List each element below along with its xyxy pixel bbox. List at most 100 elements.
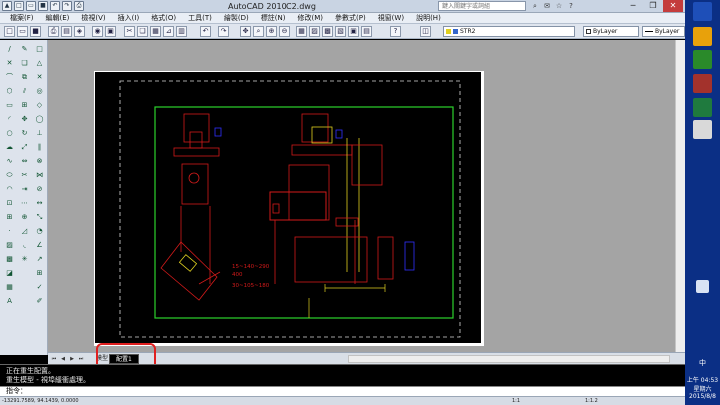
command-window[interactable]: 正在重生配置。 重生模型 - 視埠緩衝處理。 指令： bbox=[0, 364, 685, 396]
scale-icon[interactable]: ⤢ bbox=[19, 142, 30, 153]
dimension-linear-icon[interactable]: ↔ bbox=[34, 198, 45, 209]
help-icon[interactable]: ? bbox=[566, 1, 576, 11]
snap-node-icon[interactable]: ⊗ bbox=[34, 156, 45, 167]
point-icon[interactable]: · bbox=[4, 226, 15, 237]
match-properties-icon[interactable]: ⊿ bbox=[163, 26, 174, 37]
first-tab-icon[interactable]: ⏮ bbox=[50, 355, 58, 363]
new-icon[interactable]: □ bbox=[14, 1, 24, 11]
array-icon[interactable]: ⊞ bbox=[19, 100, 30, 111]
publish-icon[interactable]: ◈ bbox=[74, 26, 85, 37]
construction-line-icon[interactable]: ✕ bbox=[4, 58, 15, 69]
gradient-icon[interactable]: ▩ bbox=[4, 254, 15, 265]
cut-icon[interactable]: ✂ bbox=[124, 26, 135, 37]
save-icon[interactable]: ■ bbox=[30, 26, 41, 37]
mirror-icon[interactable]: ⧉ bbox=[19, 72, 30, 83]
plot-icon[interactable]: ▣ bbox=[105, 26, 116, 37]
tool-palettes-icon[interactable]: ▩ bbox=[322, 26, 333, 37]
join-icon[interactable]: ⊕ bbox=[19, 212, 30, 223]
insert-block-icon[interactable]: ⊡ bbox=[4, 198, 15, 209]
table-icon[interactable]: ▦ bbox=[4, 282, 15, 293]
paste-icon[interactable]: ▦ bbox=[150, 26, 161, 37]
next-tab-icon[interactable]: ▶ bbox=[68, 355, 76, 363]
maximize-icon[interactable]: ❐ bbox=[643, 0, 663, 12]
copy-icon[interactable]: ❏ bbox=[137, 26, 148, 37]
zoom-previous-icon[interactable]: ⊖ bbox=[279, 26, 290, 37]
menu-help[interactable]: 說明(H) bbox=[410, 13, 447, 23]
chamfer-icon[interactable]: ◿ bbox=[19, 226, 30, 237]
snap-intersection-icon[interactable]: ✕ bbox=[34, 72, 45, 83]
menu-dimension[interactable]: 標註(N) bbox=[255, 13, 292, 23]
snap-midpoint-icon[interactable]: △ bbox=[34, 58, 45, 69]
copy-object-icon[interactable]: ❏ bbox=[19, 58, 30, 69]
search-input[interactable] bbox=[438, 1, 526, 11]
spline-icon[interactable]: ∿ bbox=[4, 156, 15, 167]
rotate-icon[interactable]: ↻ bbox=[19, 128, 30, 139]
favorites-icon[interactable]: ☆ bbox=[554, 1, 564, 11]
communication-center-icon[interactable]: ✉ bbox=[542, 1, 552, 11]
menu-view[interactable]: 檢視(V) bbox=[75, 13, 111, 23]
menu-modify[interactable]: 修改(M) bbox=[291, 13, 329, 23]
print-icon[interactable]: ⎙ bbox=[74, 1, 84, 11]
stretch-icon[interactable]: ⇔ bbox=[19, 156, 30, 167]
snap-none-icon[interactable]: ⊘ bbox=[34, 184, 45, 195]
break-icon[interactable]: ⋯ bbox=[19, 198, 30, 209]
extend-icon[interactable]: ⇥ bbox=[19, 184, 30, 195]
snap-endpoint-icon[interactable]: □ bbox=[34, 44, 45, 55]
dimension-edit-icon[interactable]: ✐ bbox=[34, 296, 45, 307]
circle-icon[interactable]: ○ bbox=[4, 128, 15, 139]
preview-icon[interactable]: ▤ bbox=[61, 26, 72, 37]
snap-nearest-icon[interactable]: ⋈ bbox=[34, 170, 45, 181]
print-icon[interactable]: ⎙ bbox=[48, 26, 59, 37]
sheet-set-icon[interactable]: ▧ bbox=[335, 26, 346, 37]
line-icon[interactable]: / bbox=[4, 44, 15, 55]
move-icon[interactable]: ✥ bbox=[19, 114, 30, 125]
search-icon[interactable]: ⌕ bbox=[530, 1, 540, 11]
menu-format[interactable]: 格式(O) bbox=[145, 13, 182, 23]
autocad-taskbar-icon[interactable] bbox=[693, 120, 712, 139]
snap-parallel-icon[interactable]: ∥ bbox=[34, 142, 45, 153]
snap-center-icon[interactable]: ◎ bbox=[34, 86, 45, 97]
redo-icon[interactable]: ↷ bbox=[218, 26, 229, 37]
vertical-scrollbar[interactable] bbox=[675, 40, 685, 352]
3d-icon[interactable]: ◉ bbox=[92, 26, 103, 37]
menu-insert[interactable]: 插入(I) bbox=[112, 13, 146, 23]
dimension-radius-icon[interactable]: ◔ bbox=[34, 226, 45, 237]
undo-icon[interactable]: ↶ bbox=[200, 26, 211, 37]
close-icon[interactable]: ✕ bbox=[663, 0, 683, 12]
color-dropdown[interactable]: ByLayer bbox=[583, 26, 639, 37]
keyboard-icon[interactable] bbox=[696, 280, 709, 293]
tolerance-icon[interactable]: ⊞ bbox=[34, 268, 45, 279]
command-input-row[interactable]: 指令： bbox=[0, 386, 685, 396]
open-icon[interactable]: ▭ bbox=[17, 26, 28, 37]
snap-perpendicular-icon[interactable]: ⊥ bbox=[34, 128, 45, 139]
coordinate-readout[interactable]: -13291.7589, 94.1439, 0.0000 bbox=[2, 397, 79, 405]
viewport-scale[interactable]: 1:1 bbox=[512, 397, 520, 405]
ime-indicator[interactable]: 中 bbox=[685, 358, 720, 368]
menu-tools[interactable]: 工具(T) bbox=[182, 13, 218, 23]
horizontal-scrollbar[interactable] bbox=[348, 355, 670, 363]
polygon-icon[interactable]: ⬡ bbox=[4, 86, 15, 97]
dimension-style-icon[interactable]: ✓ bbox=[34, 282, 45, 293]
polyline-icon[interactable]: ⌒ bbox=[4, 72, 15, 83]
hatch-icon[interactable]: ▨ bbox=[4, 240, 15, 251]
excel-icon[interactable] bbox=[693, 98, 712, 117]
clock-time[interactable]: 上午 04:53 bbox=[685, 375, 720, 384]
drawing-area[interactable]: 15~140~290 400 30~105~180 bbox=[48, 40, 685, 352]
help-icon[interactable]: ? bbox=[390, 26, 401, 37]
layer-dropdown[interactable]: STR2 bbox=[443, 26, 575, 37]
fillet-icon[interactable]: ◟ bbox=[19, 240, 30, 251]
annotation-scale[interactable]: 1:1.2 bbox=[585, 397, 598, 405]
app-menu-icon[interactable]: ▲ bbox=[2, 1, 12, 11]
mtext-icon[interactable]: A bbox=[4, 296, 15, 307]
revcloud-icon[interactable]: ☁ bbox=[4, 142, 15, 153]
snap-tangent-icon[interactable]: ◯ bbox=[34, 114, 45, 125]
store-icon[interactable] bbox=[693, 50, 712, 69]
menu-parametric[interactable]: 參數式(P) bbox=[329, 13, 372, 23]
erase-icon[interactable]: ✎ bbox=[19, 44, 30, 55]
prev-tab-icon[interactable]: ◀ bbox=[59, 355, 67, 363]
open-icon[interactable]: ▭ bbox=[26, 1, 36, 11]
save-icon[interactable]: ■ bbox=[38, 1, 48, 11]
zoom-realtime-icon[interactable]: ⌕ bbox=[253, 26, 264, 37]
last-tab-icon[interactable]: ⏭ bbox=[77, 355, 85, 363]
file-explorer-icon[interactable] bbox=[693, 27, 712, 46]
